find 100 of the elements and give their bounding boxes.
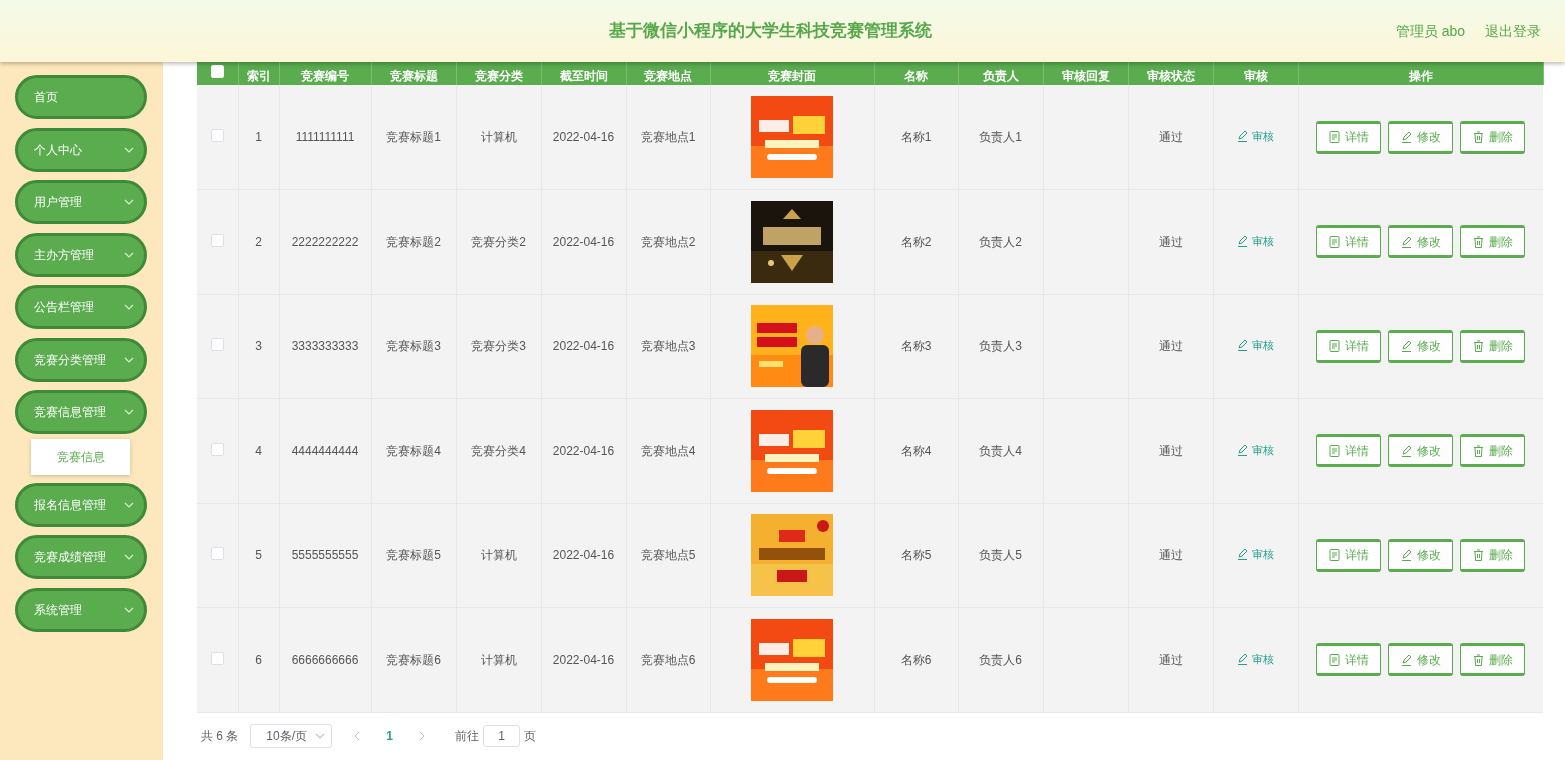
chevron-down-icon	[124, 199, 134, 205]
page-input[interactable]: 1	[483, 724, 521, 747]
action-button[interactable]: 修改	[1388, 434, 1454, 468]
action-button[interactable]: 删除	[1460, 120, 1526, 154]
action-button[interactable]: 修改	[1388, 329, 1454, 363]
action-button[interactable]: 删除	[1460, 643, 1526, 677]
table-cell: 1	[238, 85, 279, 190]
review-link[interactable]: 审核	[1237, 650, 1274, 667]
page-number[interactable]: 1	[386, 726, 394, 745]
action-button[interactable]: 详情	[1316, 434, 1382, 468]
table-cell: 4	[238, 398, 279, 503]
menu-item[interactable]: 首页	[15, 75, 147, 119]
table-cell: 6666666666	[279, 607, 371, 712]
pencil-icon	[1237, 130, 1248, 142]
chevron-down-icon	[124, 554, 134, 560]
goto-label: 前往	[455, 727, 480, 745]
table-cell: 竞赛标题1	[371, 85, 456, 190]
trash-icon	[1472, 653, 1484, 666]
table-cell: 通过	[1128, 294, 1213, 399]
table-cell: 计算机	[456, 85, 541, 190]
menu-item[interactable]: 竞赛成绩管理	[15, 535, 147, 579]
review-link[interactable]: 审核	[1237, 546, 1274, 563]
action-button[interactable]: 删除	[1460, 538, 1526, 572]
review-link[interactable]: 审核	[1237, 232, 1274, 249]
user-label: 管理员 abo	[1395, 21, 1465, 41]
table-cell: 3	[238, 294, 279, 399]
table-cell: 6	[238, 607, 279, 712]
review-link[interactable]: 审核	[1237, 337, 1274, 354]
action-button[interactable]: 删除	[1460, 329, 1526, 363]
logout-link[interactable]: 退出登录	[1485, 20, 1541, 42]
table-cell: 名称6	[874, 607, 958, 712]
chevron-down-icon	[124, 606, 134, 613]
page-unit: 页	[524, 727, 537, 745]
pencil-icon	[1400, 235, 1412, 248]
menu-item[interactable]: 报名信息管理	[15, 482, 147, 527]
document-icon	[1328, 131, 1340, 143]
menu-item[interactable]: 竞赛分类管理	[15, 337, 147, 382]
trash-icon	[1472, 235, 1484, 248]
review-link[interactable]: 审核	[1237, 127, 1274, 145]
table-cell: 2022-04-16	[541, 503, 626, 608]
action-button[interactable]: 删除	[1460, 225, 1526, 259]
menu-item[interactable]: 个人中心	[15, 127, 147, 172]
table-cell: 竞赛分类3	[456, 294, 541, 399]
checkbox[interactable]	[210, 442, 224, 456]
table-cell: 通过	[1128, 189, 1213, 294]
action-button[interactable]: 详情	[1316, 225, 1382, 259]
table-cell: 2022-04-16	[541, 398, 626, 503]
table-cell: 竞赛地点1	[626, 85, 710, 190]
action-button[interactable]: 详情	[1316, 329, 1382, 363]
action-button[interactable]: 修改	[1388, 120, 1454, 154]
chevron-left-icon[interactable]	[354, 730, 361, 741]
table-cell: 名称2	[874, 189, 958, 294]
table-cell: 通过	[1128, 607, 1213, 712]
table-cell: 通过	[1128, 85, 1213, 190]
total-count: 共 6 条	[200, 727, 239, 745]
checkbox[interactable]	[210, 547, 224, 561]
pencil-icon	[1237, 548, 1248, 561]
menu-item[interactable]: 用户管理	[15, 180, 147, 224]
checkbox[interactable]	[210, 651, 224, 665]
menu-item[interactable]: 主办方管理	[15, 232, 147, 277]
table-cell: 2022-04-16	[541, 607, 626, 712]
chevron-down-icon	[315, 732, 326, 739]
table-cell: 竞赛地点6	[626, 607, 710, 712]
menu-item[interactable]: 系统管理	[15, 587, 147, 632]
table-cell: 竞赛标题2	[371, 189, 456, 294]
checkbox[interactable]	[210, 338, 224, 352]
checkbox[interactable]	[210, 233, 224, 247]
menu-item[interactable]: 竞赛信息管理	[15, 390, 147, 434]
action-button[interactable]: 详情	[1316, 538, 1382, 572]
table-cell: 2222222222	[279, 189, 371, 294]
review-link[interactable]: 审核	[1237, 441, 1274, 458]
action-button[interactable]: 详情	[1316, 643, 1382, 677]
table-cell: 负责人2	[958, 189, 1043, 294]
action-button[interactable]: 详情	[1316, 120, 1382, 154]
table-cell: 2022-04-16	[541, 189, 626, 294]
document-icon	[1328, 235, 1340, 248]
menu-item[interactable]: 公告栏管理	[15, 285, 147, 329]
pencil-icon	[1237, 652, 1248, 665]
pencil-icon	[1237, 234, 1248, 247]
table-cell: 负责人4	[958, 398, 1043, 503]
trash-icon	[1472, 340, 1484, 353]
table-cell: 计算机	[456, 503, 541, 608]
action-button[interactable]: 删除	[1460, 434, 1526, 468]
action-button[interactable]: 修改	[1388, 538, 1454, 572]
pencil-icon	[1237, 443, 1248, 456]
table-cell: 竞赛标题4	[371, 398, 456, 503]
trash-icon	[1472, 549, 1484, 562]
pencil-icon	[1237, 339, 1248, 352]
table-cell: 竞赛标题3	[371, 294, 456, 399]
page-size-select[interactable]: 10条/页	[250, 723, 333, 748]
table-cell: 通过	[1128, 398, 1213, 503]
action-button[interactable]: 修改	[1388, 643, 1454, 677]
table-cell: 竞赛地点3	[626, 294, 710, 399]
chevron-right-icon[interactable]	[419, 730, 426, 741]
trash-icon	[1472, 131, 1484, 143]
action-button[interactable]: 修改	[1388, 225, 1454, 259]
table-cell: 计算机	[456, 607, 541, 712]
submenu-item[interactable]: 竞赛信息	[31, 438, 130, 475]
checkbox[interactable]	[210, 129, 224, 142]
pencil-icon	[1400, 131, 1412, 143]
